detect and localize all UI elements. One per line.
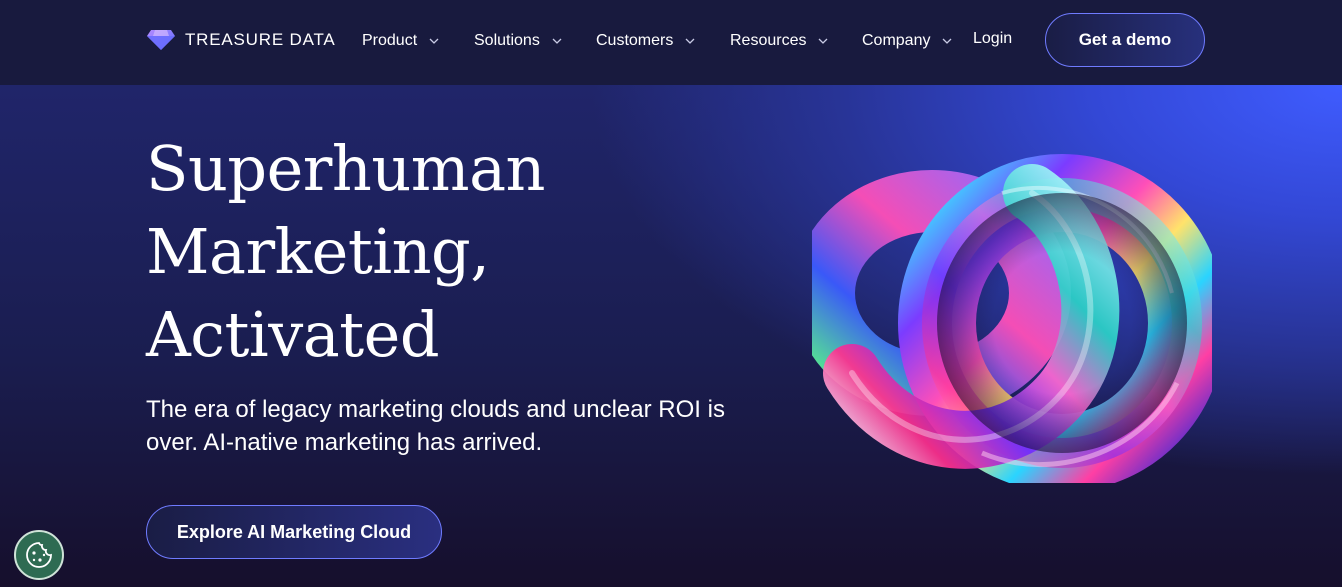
nav-item-product[interactable]: Product bbox=[362, 30, 439, 52]
headline-line: Marketing, bbox=[146, 215, 490, 288]
cookie-icon bbox=[26, 542, 52, 568]
chevron-down-icon bbox=[819, 38, 828, 44]
iridescent-knot-illustration bbox=[812, 154, 1212, 483]
login-link[interactable]: Login bbox=[973, 30, 1012, 48]
brand-logo[interactable]: TREASURE DATA bbox=[146, 29, 336, 51]
get-demo-button[interactable]: Get a demo bbox=[1045, 13, 1205, 67]
hero-subtext: The era of legacy marketing clouds and u… bbox=[146, 396, 725, 456]
nav-item-solutions[interactable]: Solutions bbox=[474, 30, 562, 52]
chevron-down-icon bbox=[943, 38, 952, 44]
diamond-logo-icon bbox=[147, 30, 175, 50]
hero-headline: Superhuman Marketing, Activated bbox=[146, 127, 706, 376]
brand-name: TREASURE DATA bbox=[185, 30, 336, 49]
nav-item-label: Company bbox=[862, 32, 931, 49]
top-navigation: TREASURE DATA Product Solutions Customer… bbox=[0, 0, 1342, 85]
nav-item-label: Customers bbox=[596, 32, 674, 49]
nav-item-label: Resources bbox=[730, 32, 807, 49]
chevron-down-icon bbox=[552, 38, 562, 44]
nav-item-resources[interactable]: Resources bbox=[730, 30, 828, 52]
nav-item-customers[interactable]: Customers bbox=[596, 30, 695, 52]
cookie-settings-button[interactable] bbox=[14, 530, 64, 580]
headline-line: Superhuman bbox=[146, 132, 545, 205]
nav-item-label: Solutions bbox=[474, 32, 540, 49]
hero-section: Superhuman Marketing, Activated The era … bbox=[0, 85, 1342, 587]
explore-ai-marketing-cloud-button[interactable]: Explore AI Marketing Cloud bbox=[146, 505, 442, 559]
chevron-down-icon bbox=[429, 38, 439, 44]
nav-item-label: Product bbox=[362, 32, 418, 49]
headline-line: Activated bbox=[146, 298, 440, 371]
nav-item-company[interactable]: Company bbox=[862, 30, 952, 52]
chevron-down-icon bbox=[685, 38, 695, 44]
